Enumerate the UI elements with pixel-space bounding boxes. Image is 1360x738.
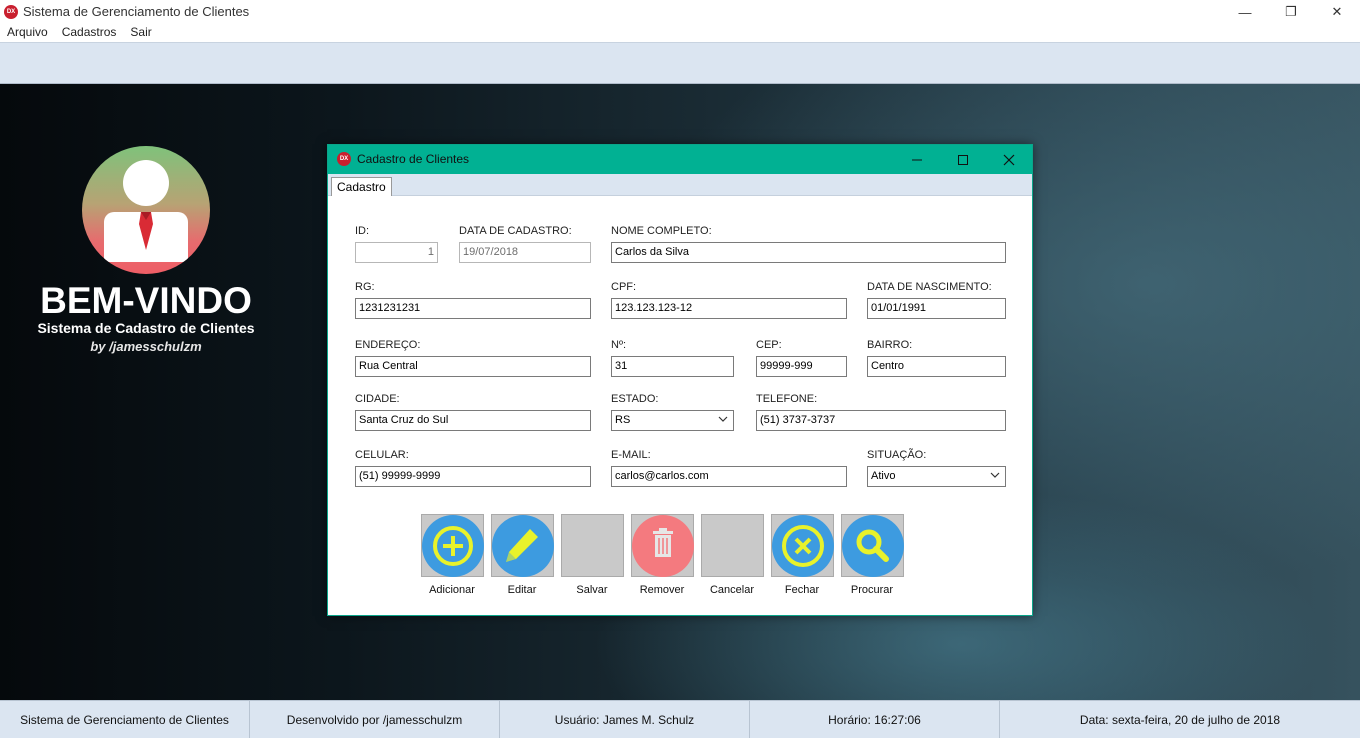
cadastro-form: ID: 1 DATA DE CADASTRO: 19/07/2018 NOME … (328, 196, 1032, 615)
celular-label: CELULAR: (355, 449, 409, 461)
child-close-button[interactable] (986, 145, 1032, 174)
cep-label: CEP: (756, 339, 782, 351)
child-maximize-button[interactable] (940, 145, 986, 174)
status-user: Usuário: James M. Schulz (500, 701, 750, 738)
endereco-field[interactable]: Rua Central (355, 356, 591, 377)
email-field[interactable]: carlos@carlos.com (611, 466, 847, 487)
status-developer: Desenvolvido por /jamesschulzm (250, 701, 500, 738)
maximize-button[interactable]: ❐ (1268, 0, 1314, 24)
telefone-field[interactable]: (51) 3737-3737 (756, 410, 1006, 431)
situacao-label: SITUAÇÃO: (867, 449, 927, 461)
child-app-icon: DX (337, 152, 351, 166)
menu-sair[interactable]: Sair (123, 24, 158, 42)
menu-bar: Arquivo Cadastros Sair (0, 24, 1360, 42)
salvar-button[interactable] (561, 514, 624, 577)
fechar-label: Fechar (784, 584, 820, 596)
estado-select[interactable]: RS (611, 410, 734, 431)
cidade-label: CIDADE: (355, 393, 400, 405)
fechar-button[interactable] (771, 514, 834, 577)
close-button[interactable]: ✕ (1314, 0, 1360, 24)
editar-label: Editar (507, 584, 537, 596)
app-icon: DX (4, 5, 18, 19)
trash-icon (632, 515, 694, 577)
child-minimize-button[interactable] (894, 145, 940, 174)
procurar-label: Procurar (850, 584, 894, 596)
status-date: Data: sexta-feira, 20 de julho de 2018 (1079, 713, 1281, 727)
maximize-icon (958, 154, 968, 165)
numero-label: Nº: (611, 339, 627, 351)
cep-field[interactable]: 99999-999 (756, 356, 847, 377)
pencil-icon (492, 515, 554, 577)
status-time: Horário: 16:27:06 (750, 701, 1000, 738)
user-avatar-icon (82, 146, 210, 274)
nascimento-field[interactable]: 01/01/1991 (867, 298, 1006, 319)
close-icon (1003, 154, 1015, 165)
cadastro-clientes-window: DX Cadastro de Clientes Cadastro ID: 1 D… (327, 144, 1033, 616)
add-icon (422, 515, 484, 577)
mdi-desktop: BEM-VINDO Sistema de Cadastro de Cliente… (0, 84, 1360, 700)
bairro-label: BAIRRO: (867, 339, 913, 351)
editar-button[interactable] (491, 514, 554, 577)
estado-label: ESTADO: (611, 393, 659, 405)
main-titlebar: DX Sistema de Gerenciamento de Clientes … (0, 0, 1360, 24)
estado-value: RS (615, 414, 631, 426)
child-window-title: Cadastro de Clientes (357, 152, 470, 166)
adicionar-label: Adicionar (429, 584, 475, 596)
data-cadastro-label: DATA DE CADASTRO: (459, 225, 572, 237)
search-icon (842, 515, 904, 577)
remover-label: Remover (639, 584, 685, 596)
telefone-label: TELEFONE: (756, 393, 818, 405)
status-app-name: Sistema de Gerenciamento de Clientes (0, 701, 250, 738)
cpf-label: CPF: (611, 281, 637, 293)
id-field[interactable]: 1 (355, 242, 438, 263)
window-title: Sistema de Gerenciamento de Clientes (23, 4, 250, 19)
adicionar-button[interactable] (421, 514, 484, 577)
numero-field[interactable]: 31 (611, 356, 734, 377)
bairro-field[interactable]: Centro (867, 356, 1006, 377)
welcome-title: BEM-VINDO (40, 280, 252, 321)
situacao-value: Ativo (871, 470, 896, 482)
remover-button[interactable] (631, 514, 694, 577)
minimize-button[interactable]: — (1222, 0, 1268, 24)
menu-arquivo[interactable]: Arquivo (0, 24, 55, 42)
rg-field[interactable]: 1231231231 (355, 298, 591, 319)
minimize-icon (912, 159, 922, 160)
close-circle-icon (772, 515, 834, 577)
toolbar-strip (0, 42, 1360, 84)
endereco-label: ENDEREÇO: (355, 339, 421, 351)
celular-field[interactable]: (51) 99999-9999 (355, 466, 591, 487)
situacao-select[interactable]: Ativo (867, 466, 1006, 487)
chevron-down-icon (990, 472, 1000, 478)
procurar-button[interactable] (841, 514, 904, 577)
rg-label: RG: (355, 281, 375, 293)
nascimento-label: DATA DE NASCIMENTO: (867, 281, 992, 293)
nome-field[interactable]: Carlos da Silva (611, 242, 1006, 263)
tab-cadastro[interactable]: Cadastro (331, 177, 392, 196)
cancelar-label: Cancelar (709, 584, 755, 596)
salvar-label: Salvar (576, 584, 608, 596)
nome-label: NOME COMPLETO: (611, 225, 712, 237)
data-cadastro-field[interactable]: 19/07/2018 (459, 242, 591, 263)
status-bar: Sistema de Gerenciamento de Clientes Des… (0, 700, 1360, 738)
cpf-field[interactable]: 123.123.123-12 (611, 298, 847, 319)
id-label: ID: (355, 225, 370, 237)
cancelar-button[interactable] (701, 514, 764, 577)
cidade-field[interactable]: Santa Cruz do Sul (355, 410, 591, 431)
welcome-byline: by /jamesschulzm (90, 339, 202, 354)
child-titlebar: DX Cadastro de Clientes (328, 145, 1032, 174)
email-label: E-MAIL: (611, 449, 651, 461)
welcome-subtitle: Sistema de Cadastro de Clientes (37, 320, 255, 336)
tab-strip: Cadastro (328, 174, 1032, 196)
menu-cadastros[interactable]: Cadastros (55, 24, 124, 42)
chevron-down-icon (718, 416, 728, 422)
